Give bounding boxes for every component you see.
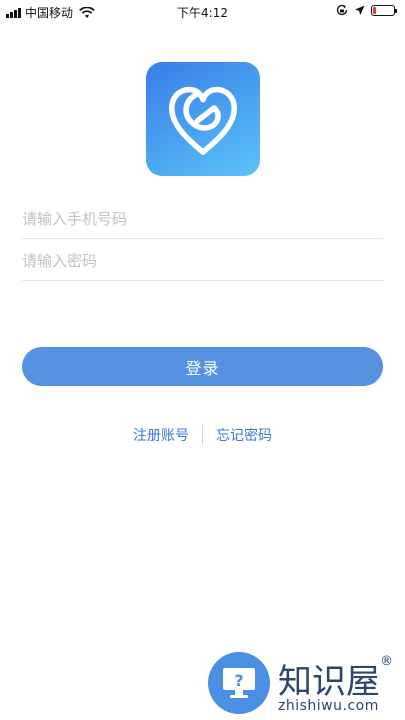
login-button[interactable]: 登录	[22, 347, 383, 386]
phone-input[interactable]	[22, 200, 383, 238]
watermark-logo: ?	[208, 652, 270, 714]
phone-field[interactable]	[22, 200, 383, 239]
monitor-question-icon: ?	[223, 668, 255, 698]
battery-icon	[371, 4, 397, 16]
watermark-title: 知识屋®	[278, 654, 393, 703]
links-divider	[202, 425, 203, 445]
register-link[interactable]: 注册账号	[133, 425, 189, 445]
account-links: 注册账号 忘记密码	[0, 424, 405, 446]
watermark: ? 知识屋® zhishiwu.com	[208, 652, 405, 720]
status-right	[336, 4, 397, 16]
password-field[interactable]	[22, 242, 383, 281]
rotation-lock-icon	[336, 4, 348, 16]
location-icon	[355, 5, 365, 15]
forgot-password-link[interactable]: 忘记密码	[216, 425, 272, 445]
battery-level	[373, 6, 376, 14]
status-bar: 中国移动 下午4:12	[0, 0, 405, 22]
registered-mark: ®	[380, 654, 393, 669]
svg-text:?: ?	[234, 671, 243, 690]
password-input[interactable]	[22, 242, 383, 280]
watermark-title-text: 知识屋	[278, 662, 380, 702]
app-logo	[146, 62, 260, 176]
app-logo-heart-icon	[168, 86, 238, 155]
watermark-subtitle: zhishiwu.com	[278, 698, 379, 714]
